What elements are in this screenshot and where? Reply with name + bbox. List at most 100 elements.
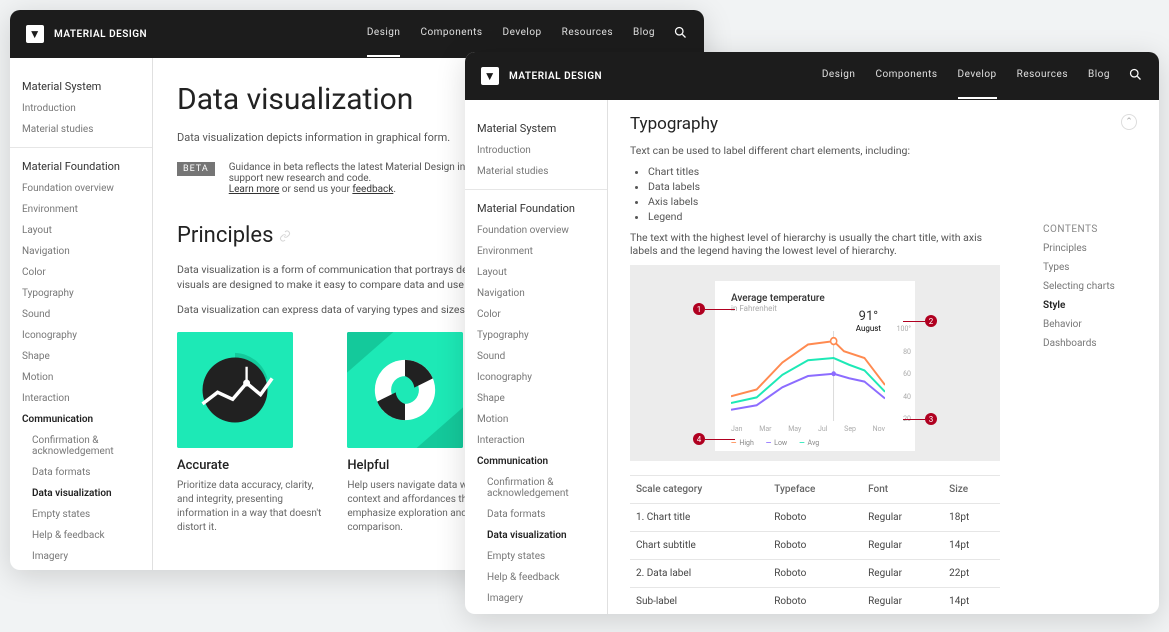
sidebar-confirmation[interactable]: Confirmation & acknowledgement — [32, 435, 152, 457]
left-sidebar: Material System Introduction Material st… — [465, 100, 608, 614]
nav-resources[interactable]: Resources — [1017, 69, 1068, 84]
sidebar-communication[interactable]: Communication — [477, 456, 607, 467]
sidebar-data-visualization[interactable]: Data visualization — [487, 530, 607, 541]
sidebar-motion[interactable]: Motion — [477, 414, 607, 425]
annotation-4: 4 — [693, 433, 705, 445]
sidebar-help-feedback[interactable]: Help & feedback — [487, 572, 607, 583]
sidebar-empty-states[interactable]: Empty states — [32, 509, 152, 520]
typography-lead: Text can be used to label different char… — [630, 144, 1000, 157]
sidebar-data-formats[interactable]: Data formats — [487, 509, 607, 520]
nav-resources[interactable]: Resources — [562, 27, 613, 42]
th-scale: Scale category — [630, 476, 768, 504]
chart-tooltip: 91° August — [856, 309, 881, 333]
search-icon[interactable] — [1128, 67, 1143, 85]
sidebar-color[interactable]: Color — [477, 309, 607, 320]
collapse-toggle-icon[interactable]: ⌃ — [1121, 114, 1137, 130]
sidebar-empty-states[interactable]: Empty states — [487, 551, 607, 562]
annotation-3: 3 — [925, 413, 937, 425]
sidebar-navigation[interactable]: Navigation — [477, 288, 607, 299]
feedback-link[interactable]: feedback — [352, 184, 393, 195]
top-nav: Design Components Develop Resources Blog — [822, 69, 1110, 84]
sidebar-environment[interactable]: Environment — [22, 204, 152, 215]
sidebar-foundation-overview[interactable]: Foundation overview — [477, 225, 607, 236]
table-row: Chart subtitleRobotoRegular14pt — [630, 532, 1000, 560]
example-chart: Average temperature in Fahrenheit 91° Au… — [630, 265, 1000, 461]
sidebar-material-studies[interactable]: Material studies — [477, 166, 607, 177]
sidebar-confirmation[interactable]: Confirmation & acknowledgement — [487, 477, 607, 499]
sidebar-navigation[interactable]: Navigation — [22, 246, 152, 257]
toc-principles[interactable]: Principles — [1043, 243, 1143, 254]
annotation-1: 1 — [693, 303, 705, 315]
nav-components[interactable]: Components — [420, 27, 482, 42]
bullet-data-labels: Data labels — [648, 180, 1000, 193]
left-sidebar: Material System Introduction Material st… — [10, 58, 153, 570]
sidebar-material-studies[interactable]: Material studies — [22, 124, 152, 135]
tooltip-value: 91° — [856, 309, 881, 324]
principle-accurate-desc: Prioritize data accuracy, clarity, and i… — [177, 479, 331, 535]
annotation-2: 2 — [925, 315, 937, 327]
toc-heading: CONTENTS — [1043, 224, 1143, 235]
toc-types[interactable]: Types — [1043, 262, 1143, 273]
sidebar-help-feedback[interactable]: Help & feedback — [32, 530, 152, 541]
sidebar-interaction[interactable]: Interaction — [22, 393, 152, 404]
sidebar-interaction[interactable]: Interaction — [477, 435, 607, 446]
sidebar-typography[interactable]: Typography — [477, 330, 607, 341]
sidebar-sound[interactable]: Sound — [477, 351, 607, 362]
nav-develop[interactable]: Develop — [958, 69, 997, 84]
sidebar-section-system: Material System — [22, 80, 152, 93]
sidebar-color[interactable]: Color — [22, 267, 152, 278]
search-icon[interactable] — [673, 25, 688, 43]
sidebar-layout[interactable]: Layout — [22, 225, 152, 236]
toc-dashboards[interactable]: Dashboards — [1043, 338, 1143, 349]
sidebar-foundation-overview[interactable]: Foundation overview — [22, 183, 152, 194]
sidebar-sound[interactable]: Sound — [22, 309, 152, 320]
bullet-chart-titles: Chart titles — [648, 165, 1000, 178]
chart-legend: High Low Avg — [731, 439, 885, 447]
sidebar-iconography[interactable]: Iconography — [477, 372, 607, 383]
table-row: Sub-labelRobotoRegular14pt — [630, 588, 1000, 615]
principle-helpful-image — [347, 332, 463, 448]
th-font: Font — [862, 476, 943, 504]
sidebar-iconography[interactable]: Iconography — [22, 330, 152, 341]
th-typeface: Typeface — [768, 476, 862, 504]
sidebar-shape[interactable]: Shape — [477, 393, 607, 404]
toc-behavior[interactable]: Behavior — [1043, 319, 1143, 330]
nav-design[interactable]: Design — [367, 27, 401, 42]
logo-icon: ▼ — [26, 25, 44, 43]
toc-selecting-charts[interactable]: Selecting charts — [1043, 281, 1143, 292]
brand-name: MATERIAL DESIGN — [509, 71, 602, 82]
nav-components[interactable]: Components — [875, 69, 937, 84]
sidebar-introduction[interactable]: Introduction — [477, 145, 607, 156]
chart-canvas: Average temperature in Fahrenheit 91° Au… — [715, 281, 915, 451]
toc-style[interactable]: Style — [1043, 300, 1143, 311]
sidebar-typography[interactable]: Typography — [22, 288, 152, 299]
app-header: ▼ MATERIAL DESIGN Design Components Deve… — [465, 52, 1159, 100]
nav-design[interactable]: Design — [822, 69, 856, 84]
sidebar-section-foundation: Material Foundation — [22, 160, 152, 173]
sidebar-layout[interactable]: Layout — [477, 267, 607, 278]
anchor-link-icon[interactable] — [279, 223, 291, 248]
sidebar-communication[interactable]: Communication — [22, 414, 152, 425]
sidebar-data-formats[interactable]: Data formats — [32, 467, 152, 478]
learn-more-link[interactable]: Learn more — [229, 184, 280, 195]
sidebar-motion[interactable]: Motion — [22, 372, 152, 383]
principle-accurate-title: Accurate — [177, 458, 331, 473]
sidebar-imagery[interactable]: Imagery — [32, 551, 152, 562]
nav-develop[interactable]: Develop — [503, 27, 542, 42]
chart-title: Average temperature — [731, 293, 885, 304]
sidebar-environment[interactable]: Environment — [477, 246, 607, 257]
main-content: ⌃ Typography Text can be used to label d… — [608, 100, 1159, 614]
sidebar-data-visualization[interactable]: Data visualization — [32, 488, 152, 499]
sidebar-imagery[interactable]: Imagery — [487, 593, 607, 604]
bullet-axis-labels: Axis labels — [648, 195, 1000, 208]
sidebar-shape[interactable]: Shape — [22, 351, 152, 362]
th-size: Size — [943, 476, 1000, 504]
app-header: ▼ MATERIAL DESIGN Design Components Deve… — [10, 10, 704, 58]
nav-blog[interactable]: Blog — [633, 27, 655, 42]
section-typography-heading: Typography — [630, 114, 1000, 134]
sidebar-introduction[interactable]: Introduction — [22, 103, 152, 114]
chart-x-axis: JanMarMayJulSepNov — [731, 425, 885, 433]
nav-blog[interactable]: Blog — [1088, 69, 1110, 84]
principle-accurate-image — [177, 332, 293, 448]
contents-toc: CONTENTS Principles Types Selecting char… — [1043, 224, 1143, 357]
